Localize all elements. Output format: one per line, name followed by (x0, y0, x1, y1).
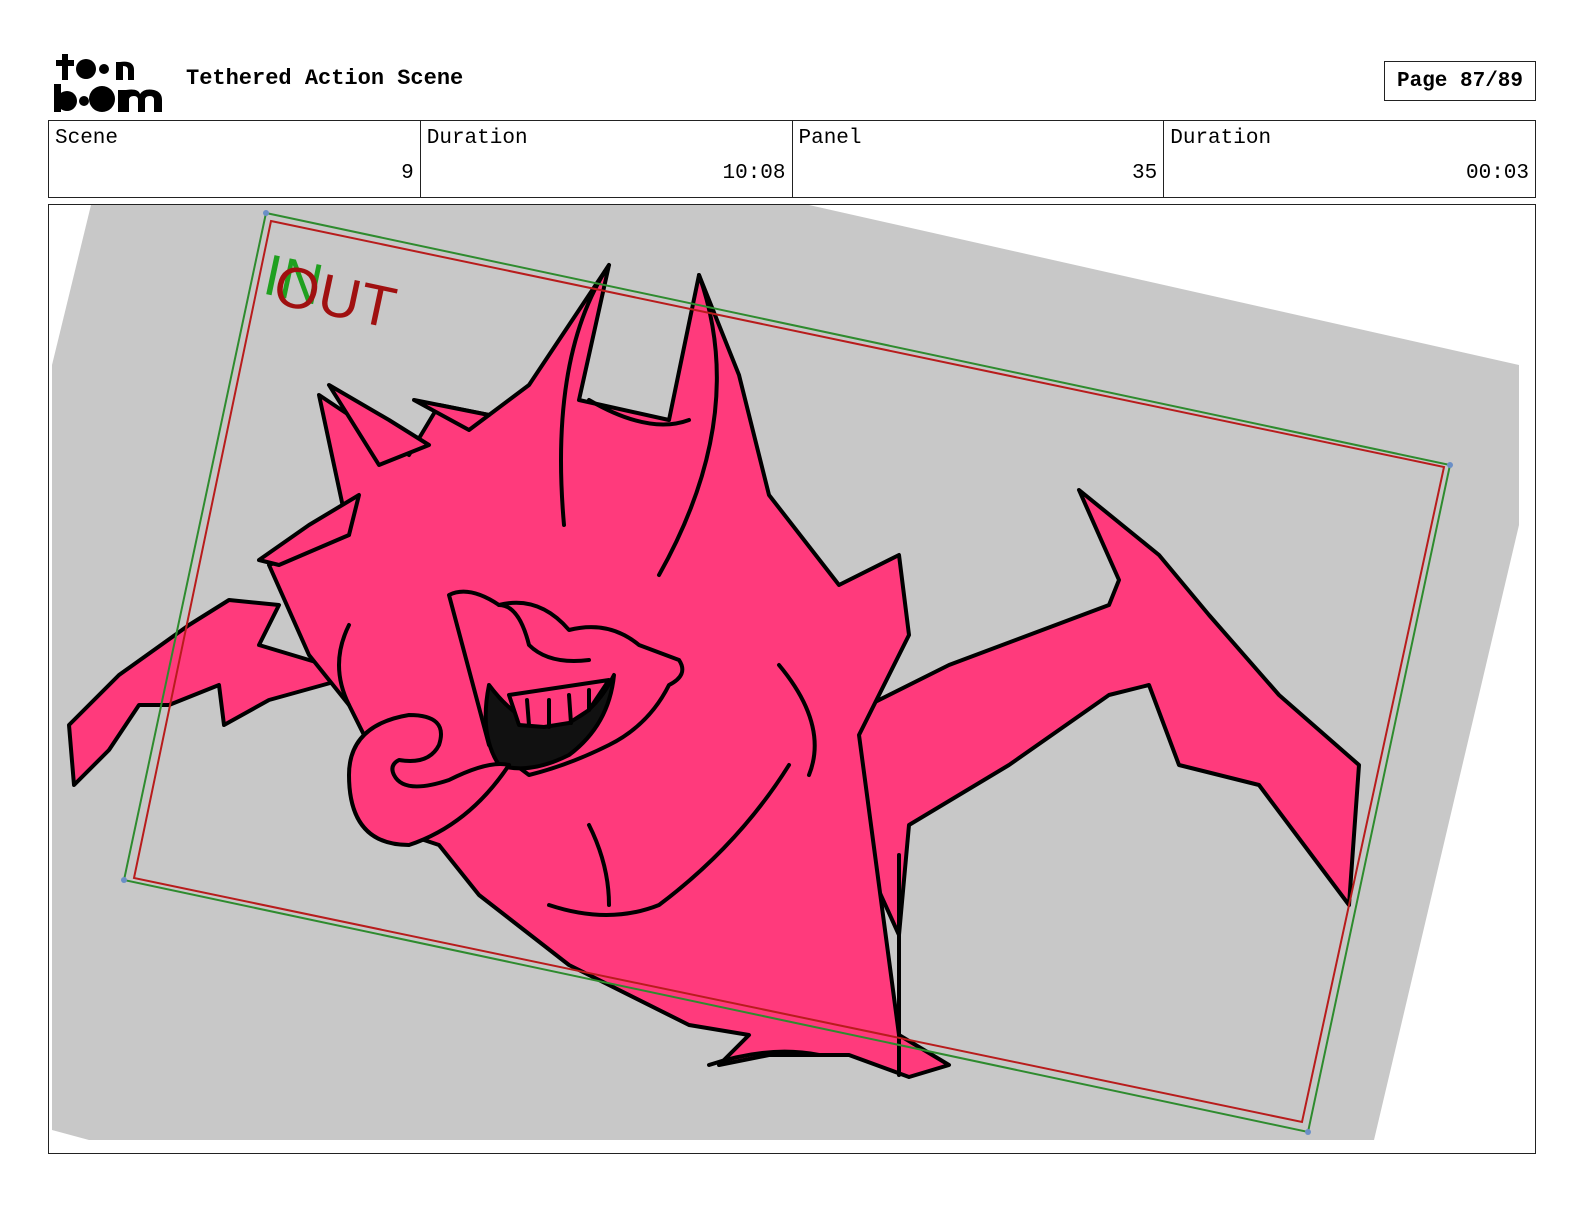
page-indicator: Page 87/89 (1384, 61, 1536, 101)
document-title: Tethered Action Scene (186, 66, 464, 91)
storyboard-panel: IN OUT (48, 204, 1536, 1154)
panel-value: 35 (1132, 162, 1158, 185)
scene-cell: Scene 9 (49, 121, 421, 197)
panel-duration-cell: Duration 00:03 (1164, 121, 1535, 197)
scene-duration-label: Duration (426, 127, 528, 150)
panel-duration-value: 00:03 (1465, 162, 1529, 185)
panel-label: Panel (798, 127, 862, 150)
panel-duration-label: Duration (1170, 127, 1272, 150)
panel-artwork: IN OUT (52, 205, 1519, 1140)
panel-cell: Panel 35 (793, 121, 1165, 197)
scene-label: Scene (55, 127, 119, 150)
scene-info-table: Scene 9 Duration 10:08 Panel 35 Duration… (48, 120, 1536, 198)
scene-duration-value: 10:08 (722, 162, 786, 185)
scene-value: 9 (401, 162, 414, 185)
scene-duration-cell: Duration 10:08 (421, 121, 793, 197)
toon-boom-logo (54, 54, 162, 112)
